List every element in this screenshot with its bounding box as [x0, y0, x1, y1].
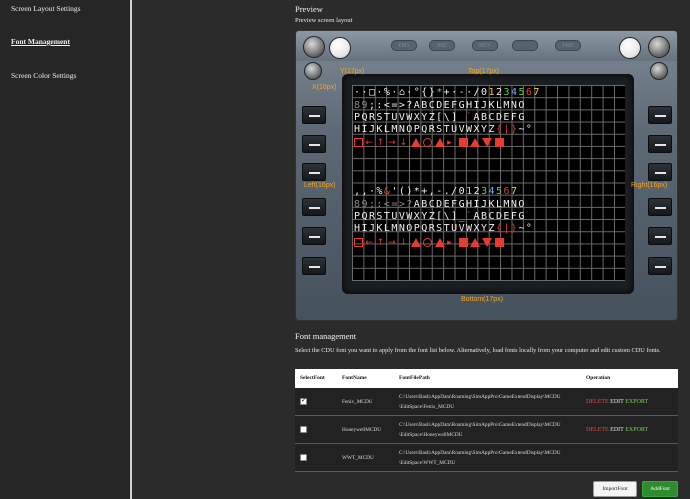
- lsk-2l: [302, 135, 326, 153]
- select-font-checkbox[interactable]: [300, 396, 307, 405]
- brightness-knob-icon: [303, 36, 325, 58]
- mcdu-preview: FM1 IND RDY FM2 ··□·%·⌂·°{}*+·-·/0123456…: [295, 30, 678, 321]
- lsk-5r: [648, 227, 672, 245]
- lsk-6r: [648, 257, 672, 275]
- annunciator-blank: [512, 40, 538, 51]
- delete-link[interactable]: DELETE: [586, 427, 609, 433]
- table-row: WWT_MCDU C:\Users\Bash\AppData\Roaming\S…: [295, 444, 678, 472]
- label-x: X(16px): [312, 84, 337, 91]
- screen-row: ··□·%·⌂·°{}*+·-·/01234567: [354, 87, 541, 98]
- screen-row: HIJKLMNOPQRSTUVWXYZ{|}~°: [354, 124, 534, 135]
- lsk-1l: [302, 106, 326, 124]
- font-path-line2: \EditSpace\WWT_MCDU: [399, 460, 456, 466]
- lsk-3r: [648, 163, 672, 181]
- symbol-row: ← ↑ → ↓ ▸: [354, 137, 504, 148]
- indicator-light-icon: [619, 37, 641, 59]
- table-row: HoneywellMCDU C:\Users\Bash\AppData\Roam…: [295, 416, 678, 444]
- label-right: Right(16px): [631, 182, 668, 189]
- edit-link[interactable]: EDIT: [610, 399, 624, 405]
- font-name: Fenix_MCDU: [342, 399, 373, 405]
- col-operation: Operation: [586, 375, 611, 381]
- font-management-description: Select the CDU font you want to apply fr…: [295, 347, 661, 354]
- label-y: Y(17px): [340, 68, 365, 75]
- sidebar-item-screen-color[interactable]: Screen Color Settings: [11, 71, 76, 80]
- symbol-row: ← ↑ → ↓ ▸: [354, 237, 504, 248]
- font-path-line2: \EditSpace\Fenix_MCDU: [399, 404, 455, 410]
- font-path-line1: C:\Users\Bash\AppData\Roaming\SimAppPro\…: [399, 422, 561, 428]
- annunciator-fm1: FM1: [391, 40, 417, 51]
- table-row: Fenix_MCDU C:\Users\Bash\AppData\Roaming…: [295, 388, 678, 416]
- add-font-button[interactable]: AddFont: [642, 481, 678, 497]
- indicator-light-icon: [329, 37, 351, 59]
- lsk-4r: [648, 198, 672, 216]
- lsk-6l: [302, 257, 326, 275]
- brightness-knob-icon: [648, 36, 670, 58]
- table-header: SelectFont FontName FontFilePath Operati…: [295, 369, 678, 388]
- select-font-checkbox[interactable]: [300, 454, 307, 461]
- font-path-line1: C:\Users\Bash\AppData\Roaming\SimAppPro\…: [399, 450, 561, 456]
- lsk-5l: [302, 227, 326, 245]
- operation-links: DELETE EDIT EXPORT: [586, 427, 648, 433]
- sidebar: Screen Layout Settings Font Management S…: [0, 0, 132, 499]
- operation-links: DELETE EDIT EXPORT: [586, 399, 648, 405]
- dim-knob-icon: [650, 62, 668, 80]
- col-select-font: SelectFont: [300, 375, 325, 381]
- label-top: Top(17px): [468, 68, 500, 75]
- sidebar-item-screen-layout[interactable]: Screen Layout Settings: [11, 4, 81, 13]
- col-font-name: FontName: [342, 375, 367, 381]
- label-bottom: Bottom(17px): [461, 296, 504, 303]
- screen-row: HIJKLMNOPQRSTUVWXYZ{|}~°: [354, 223, 534, 234]
- export-link[interactable]: EXPORT: [625, 399, 648, 405]
- label-left: Left(16px): [304, 182, 336, 189]
- annunciator-fm2: FM2: [555, 40, 581, 51]
- screen-row: 89;:<=>?ABCDEFGHIJKLMNO: [354, 100, 526, 111]
- dim-knob-icon: [304, 62, 322, 80]
- edit-link[interactable]: EDIT: [610, 427, 624, 433]
- annunciator-ind: IND: [429, 40, 455, 51]
- font-name: WWT_MCDU: [342, 455, 374, 461]
- lsk-2r: [648, 135, 672, 153]
- font-path-line1: C:\Users\Bash\AppData\Roaming\SimAppPro\…: [399, 394, 561, 400]
- screen-row: PQRSTUVWXYZ[\]_`ABCDEFG: [354, 112, 526, 123]
- import-font-button[interactable]: ImportFont: [593, 481, 637, 497]
- font-name: HoneywellMCDU: [342, 427, 382, 433]
- export-link[interactable]: EXPORT: [625, 427, 648, 433]
- lsk-3l: [302, 163, 326, 181]
- font-management-title: Font management: [295, 331, 357, 341]
- select-font-checkbox[interactable]: [300, 426, 307, 433]
- sidebar-item-font-management[interactable]: Font Management: [11, 37, 70, 46]
- lsk-1r: [648, 106, 672, 124]
- annunciator-rdy: RDY: [472, 40, 498, 51]
- font-path-line2: \EditSpace\HoneywellMCDU: [399, 432, 463, 438]
- screen-row: ,,·%&'()*+,-./01234567: [354, 186, 519, 197]
- screen-row: 89;:<=>?ABCDEFGHIJKLMNO: [354, 199, 526, 210]
- preview-subtitle: Preview screen layout: [295, 17, 353, 24]
- screen-row: PQRSTUVWXYZ[\]_`ABCDEFG: [354, 211, 526, 222]
- preview-title: Preview: [295, 4, 323, 14]
- delete-link[interactable]: DELETE: [586, 399, 609, 405]
- font-table: SelectFont FontName FontFilePath Operati…: [295, 369, 678, 472]
- lsk-4l: [302, 198, 326, 216]
- col-font-file-path: FontFilePath: [399, 375, 430, 381]
